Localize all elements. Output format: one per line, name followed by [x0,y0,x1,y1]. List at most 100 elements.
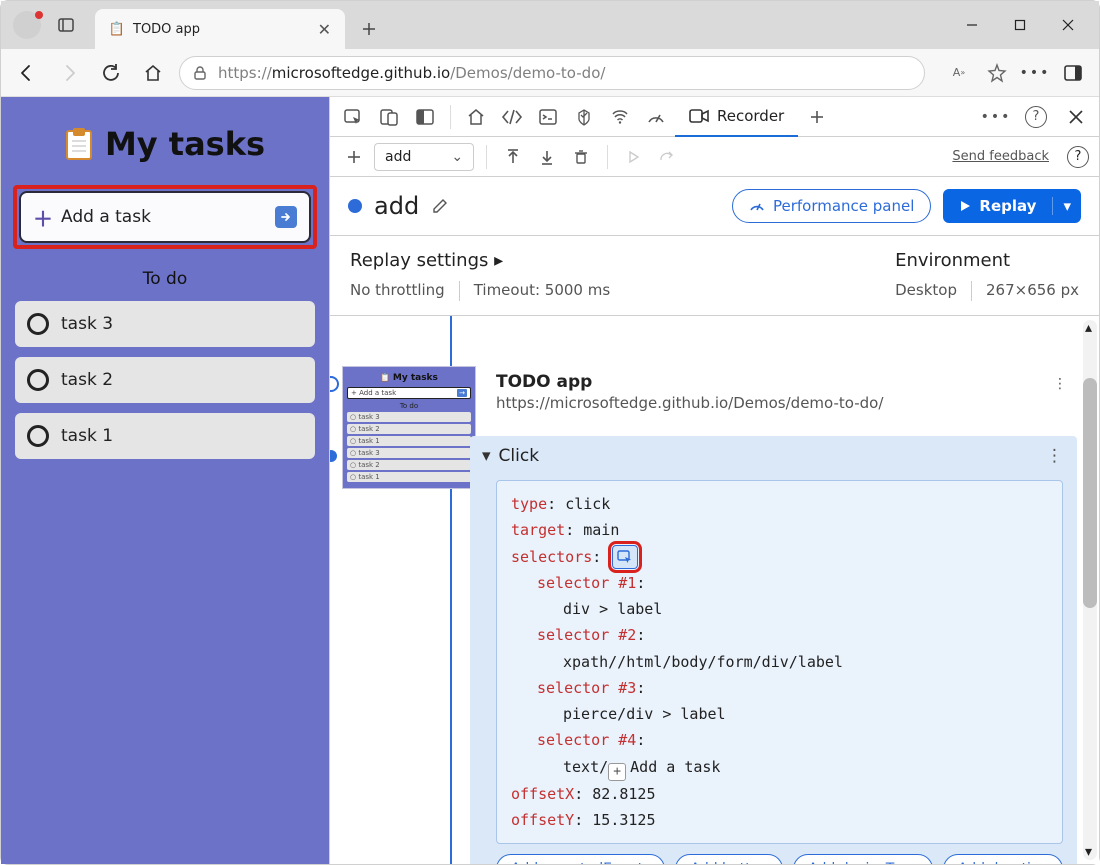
screenshot-thumbnail: My tasks + Add a task→ To do ○ task 3 ○ … [342,366,476,489]
export-icon[interactable] [533,143,561,171]
tab-actions-icon[interactable] [53,12,79,38]
tab-close-icon[interactable]: ✕ [318,20,331,39]
site-lock-icon[interactable] [192,65,208,81]
step-click-label: Click [499,446,540,466]
nav-refresh-button[interactable] [95,57,127,89]
sidebar-toggle-icon[interactable] [1057,57,1089,89]
import-icon[interactable] [499,143,527,171]
recorder-tab-icon [689,108,709,124]
performance-panel-button[interactable]: Performance panel [732,189,931,223]
device-emulation-icon[interactable] [372,100,406,134]
recorder-tab-active[interactable]: Recorder [675,97,798,137]
pick-selector-button[interactable] [612,545,638,569]
window-minimize-button[interactable] [949,1,995,49]
task-item[interactable]: task 2 [15,357,315,403]
task-checkbox[interactable] [27,313,49,335]
task-item[interactable]: task 3 [15,301,315,347]
step-more-icon[interactable]: ⋮ [1046,446,1065,466]
recorder-tab-label: Recorder [717,107,784,125]
new-recording-icon[interactable] [340,143,368,171]
more-tabs-icon[interactable] [800,100,834,134]
devtools-tab-bar: Recorder ••• ? [330,97,1099,137]
plus-icon: ＋ [33,203,53,232]
step-click-header[interactable]: ▾ Click ⋮ [482,446,1065,466]
welcome-tab-icon[interactable] [459,100,493,134]
edit-title-icon[interactable] [431,197,449,215]
add-attribute-chips: Add assertedEvents Add button Add device… [496,854,1065,864]
add-task-input[interactable]: ＋ Add a task [19,191,311,243]
new-tab-button[interactable] [353,13,385,45]
clipboard-icon [65,127,93,161]
dock-side-icon[interactable] [408,100,442,134]
step-nav-url: https://microsoftedge.github.io/Demos/de… [496,394,1069,412]
console-tab-icon[interactable] [531,100,565,134]
replay-dropdown-icon[interactable]: ▾ [1052,197,1081,215]
nav-home-button[interactable] [137,57,169,89]
profile-avatar[interactable] [13,11,41,39]
step-navigation[interactable]: TODO app https://microsoftedge.github.io… [496,372,1069,412]
add-chip[interactable]: Add deviceType [793,854,933,864]
elements-tab-icon[interactable] [495,100,529,134]
task-label: task 2 [61,370,113,390]
content-area: My tasks ＋ Add a task To do task 3 task … [1,97,1099,864]
add-task-label: Add a task [61,207,151,227]
scrollbar-thumb[interactable] [1083,378,1097,608]
recording-status-dot-icon [348,199,362,213]
replay-button[interactable]: Replay ▾ [943,189,1081,223]
devtools-scrollbar[interactable]: ▴ ▾ [1083,320,1097,860]
step-nav-title: TODO app [496,372,1069,392]
send-feedback-link[interactable]: Send feedback [952,149,1049,164]
recording-title: add [374,192,419,220]
gauge-icon [749,198,765,214]
collapse-arrow-icon: ▾ [482,446,491,466]
add-chip[interactable]: Add button [675,854,783,864]
devtools-help-icon[interactable]: ? [1019,100,1053,134]
add-chip[interactable]: Add duration [943,854,1063,864]
task-item[interactable]: task 1 [15,413,315,459]
nav-forward-button [53,57,85,89]
network-tab-icon[interactable] [603,100,637,134]
browser-menu-icon[interactable]: ••• [1019,57,1051,89]
submit-arrow-icon[interactable] [275,206,297,228]
expand-arrow-icon: ▸ [494,250,503,271]
window-controls [949,1,1091,49]
add-chip[interactable]: Add assertedEvents [496,854,665,864]
recording-settings: Replay settings ▸ No throttling Timeout:… [330,236,1099,316]
recorder-help-icon[interactable]: ? [1067,146,1089,168]
sources-tab-icon[interactable] [567,100,601,134]
delete-icon[interactable] [567,143,595,171]
environment-heading: Environment [895,250,1079,271]
scroll-down-icon[interactable]: ▾ [1085,844,1092,860]
window-maximize-button[interactable] [997,1,1043,49]
window-close-button[interactable] [1045,1,1091,49]
todo-app-pane: My tasks ＋ Add a task To do task 3 task … [1,97,329,864]
scroll-up-icon[interactable]: ▴ [1085,320,1092,336]
app-header: My tasks [15,125,315,163]
recording-select[interactable]: add ⌄ [374,143,474,171]
performance-tab-icon[interactable] [639,100,673,134]
throttling-value: No throttling [350,281,445,301]
browser-tab-strip: 📋 TODO app ✕ [1,1,1099,49]
play-icon [959,200,971,212]
step-more-icon[interactable]: ⋮ [1053,376,1069,392]
favorite-star-icon[interactable] [981,57,1013,89]
env-viewport: 267×656 px [986,281,1079,301]
task-checkbox[interactable] [27,369,49,391]
timeline-node-active[interactable] [330,450,337,462]
devtools-pane: Recorder ••• ? add ⌄ Send feedback [329,97,1099,864]
replay-settings-heading[interactable]: Replay settings ▸ [350,250,895,271]
app-title: My tasks [105,125,265,163]
recording-timeline: My tasks + Add a task→ To do ○ task 3 ○ … [330,316,1099,864]
task-checkbox[interactable] [27,425,49,447]
timeline-node[interactable] [330,376,339,392]
add-icon[interactable]: + [608,763,626,781]
browser-tab-active[interactable]: 📋 TODO app ✕ [95,9,345,49]
devtools-close-icon[interactable] [1059,100,1093,134]
browser-toolbar: https://microsoftedge.github.io/Demos/de… [1,49,1099,97]
devtools-more-icon[interactable]: ••• [979,100,1013,134]
read-aloud-icon[interactable]: A» [943,57,975,89]
step-icon [654,143,682,171]
inspect-element-icon[interactable] [336,100,370,134]
nav-back-button[interactable] [11,57,43,89]
address-bar[interactable]: https://microsoftedge.github.io/Demos/de… [179,56,925,90]
